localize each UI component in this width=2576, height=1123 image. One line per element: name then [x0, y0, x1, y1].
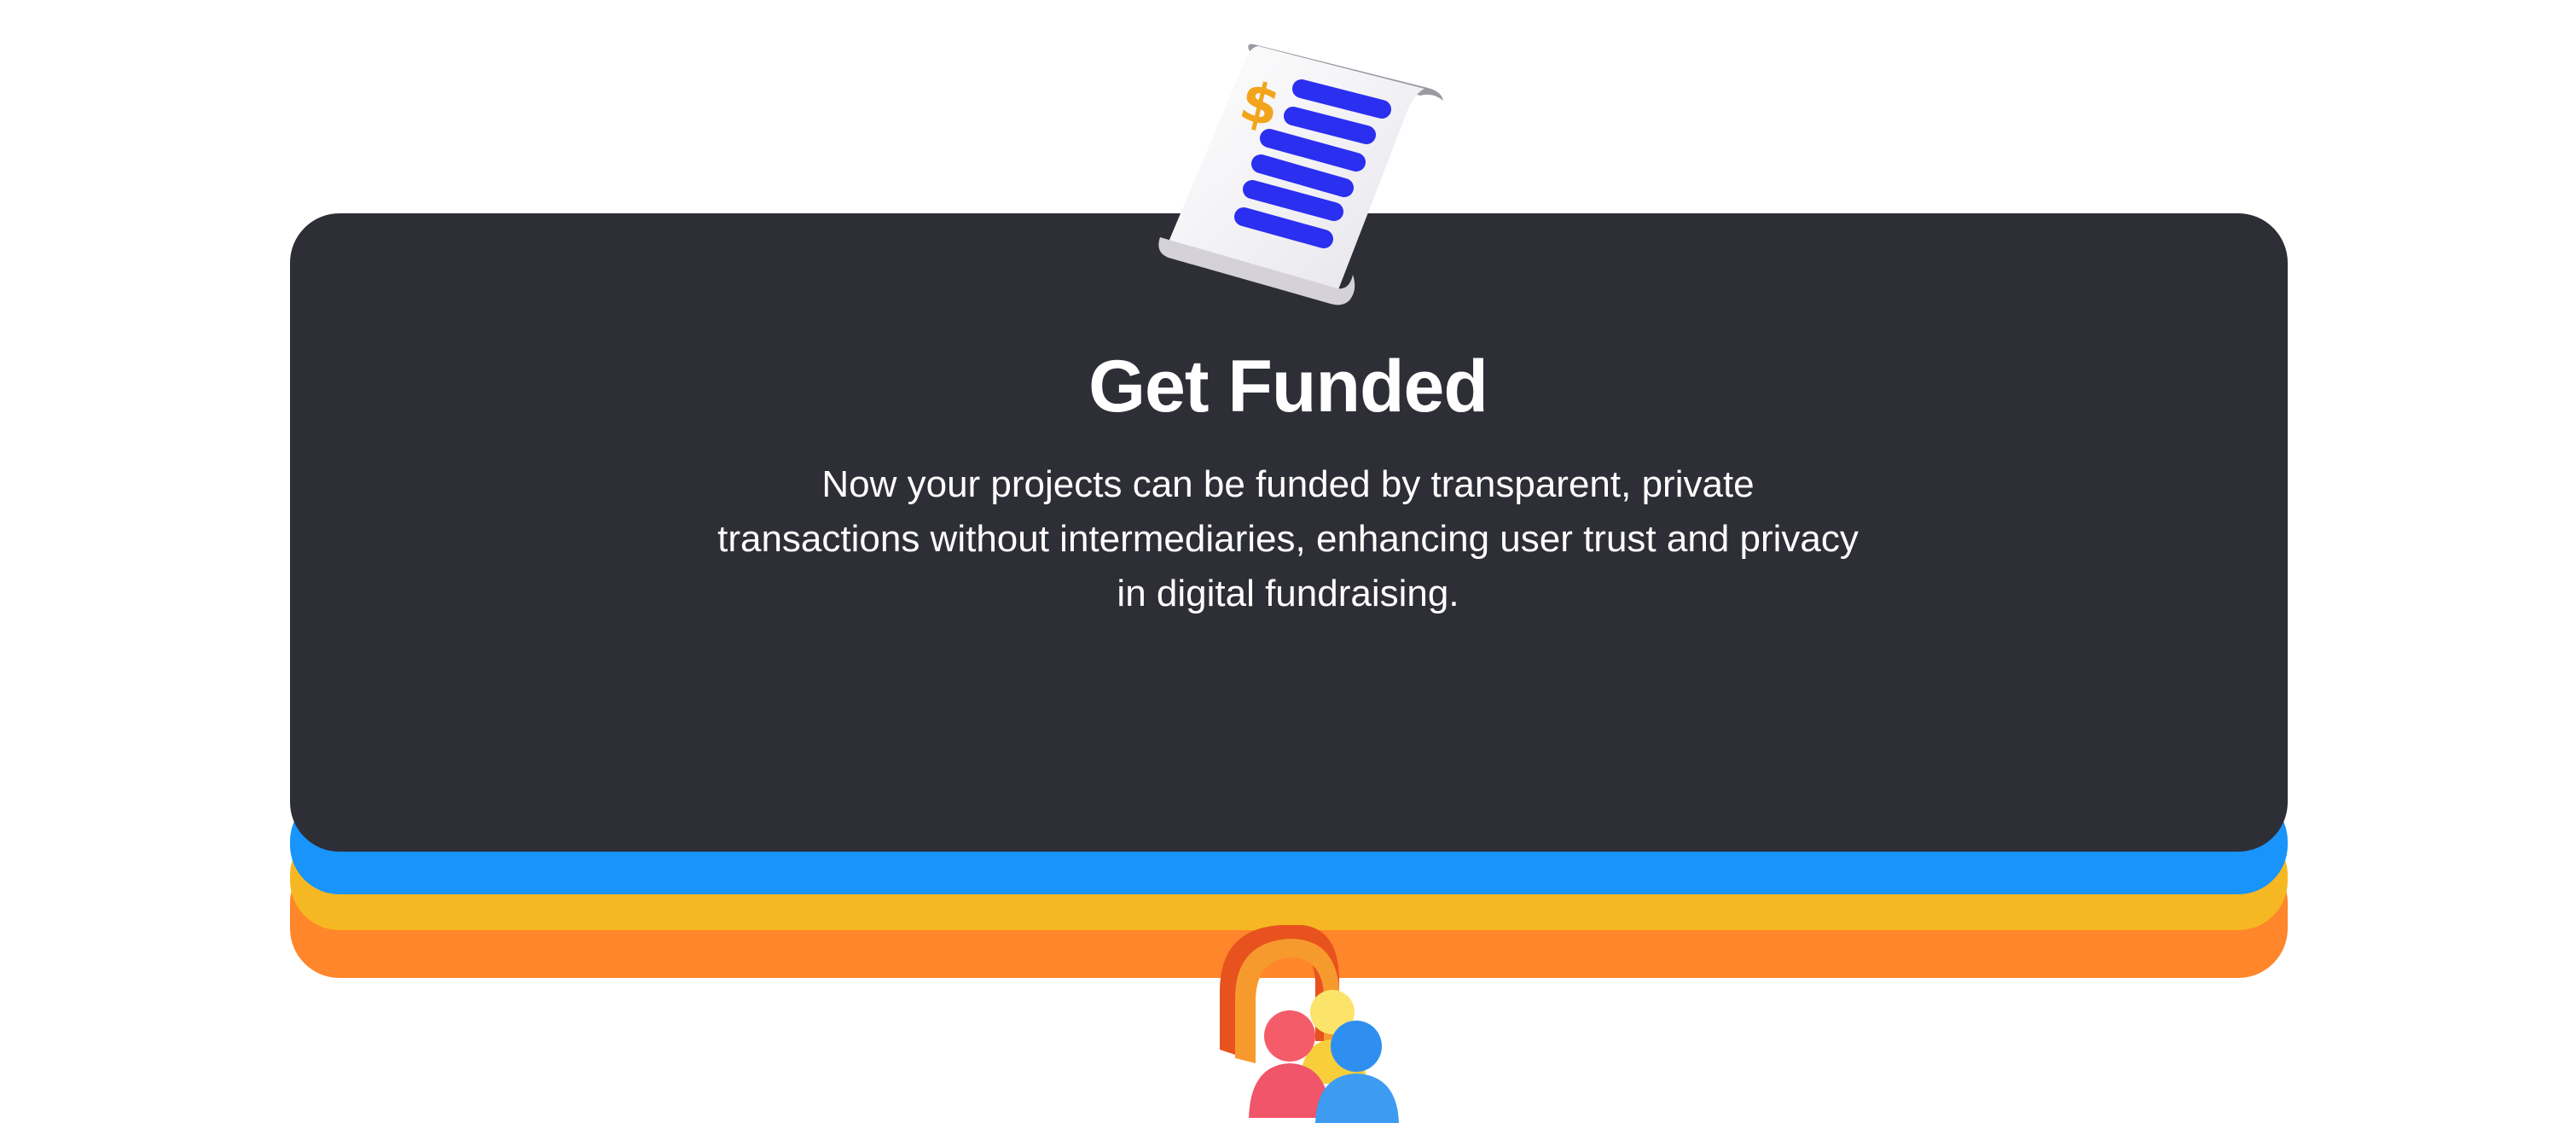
card-title: Get Funded [1088, 346, 1488, 428]
lock-community-icon [1220, 925, 1399, 1123]
card-description: Now your projects can be funded by trans… [717, 463, 1859, 614]
receipt-dollar-icon: $ [1158, 44, 1443, 305]
